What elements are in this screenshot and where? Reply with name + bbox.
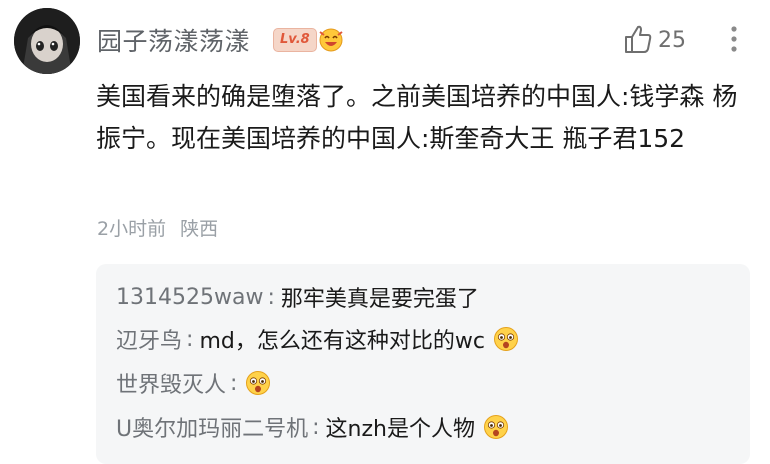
reply-author[interactable]: U奥尔加玛丽二号机: [116, 411, 308, 443]
surprised-face-icon: [245, 370, 271, 396]
reply-text: 这nzh是个人物: [325, 417, 475, 442]
surprised-face-icon: [493, 326, 519, 352]
reply-separator: :: [267, 284, 275, 310]
more-options-icon[interactable]: [729, 24, 739, 58]
thumbs-up-icon[interactable]: [622, 23, 654, 59]
like-count: 25: [658, 28, 686, 53]
reply-author[interactable]: 1314525waw: [116, 285, 263, 310]
reply-separator: :: [230, 370, 238, 396]
reply-separator: :: [186, 326, 194, 352]
level-badge: Lv.8: [273, 28, 317, 52]
reply-item[interactable]: 世界毁灭人 :: [116, 367, 271, 399]
replies-panel: 1314525waw : 那牢美真是要完蛋了 辺牙鸟 : md，怎么还有这种对比…: [96, 264, 750, 464]
reply-item[interactable]: 辺牙鸟 : md，怎么还有这种对比的wc: [116, 323, 519, 355]
reply-item[interactable]: U奥尔加玛丽二号机 : 这nzh是个人物: [116, 411, 509, 443]
username[interactable]: 园子荡漾荡漾: [97, 22, 250, 58]
comment-meta: 2小时前 陕西: [97, 214, 226, 241]
reply-separator: :: [312, 414, 320, 440]
surprised-face-icon: [483, 414, 509, 440]
reply-author[interactable]: 辺牙鸟: [116, 323, 182, 355]
comment-text: 美国看来的确是堕落了。之前美国培养的中国人:钱学森 杨振宁。现在美国培养的中国人…: [96, 82, 738, 153]
comment-time: 2小时前: [97, 218, 167, 240]
avatar[interactable]: [14, 8, 80, 74]
reply-item[interactable]: 1314525waw : 那牢美真是要完蛋了: [116, 281, 479, 313]
reply-text: 那牢美真是要完蛋了: [280, 287, 479, 312]
laughing-face-icon: [318, 26, 344, 56]
reply-text: md，怎么还有这种对比的wc: [199, 329, 485, 354]
comment-location: 陕西: [180, 218, 219, 240]
reply-author[interactable]: 世界毁灭人: [116, 367, 226, 399]
